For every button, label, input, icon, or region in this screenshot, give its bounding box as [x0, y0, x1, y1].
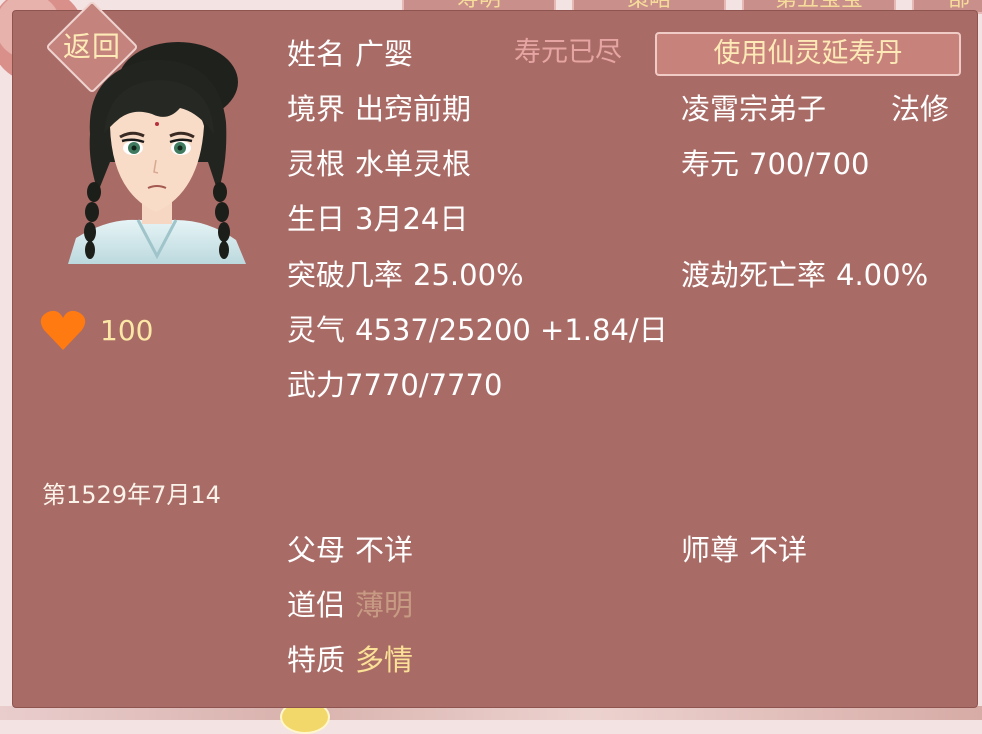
force-label: 武力	[287, 368, 346, 402]
parents-label: 父母	[287, 533, 346, 567]
birthday-label: 生日	[287, 202, 346, 236]
name-value: 广婴	[355, 37, 414, 71]
sect-text: 凌霄宗弟子	[681, 92, 827, 126]
parents-row: 父母 不详	[287, 532, 413, 568]
partner-row: 道侣 薄明	[287, 587, 413, 623]
favor-value: 100	[100, 314, 154, 347]
spirit-root-label: 灵根	[287, 147, 346, 181]
master-value: 不详	[749, 533, 808, 567]
spirit-root-value: 水单灵根	[355, 147, 472, 181]
birthday-row: 生日 3月24日	[287, 201, 468, 237]
birthday-value: 3月24日	[355, 202, 469, 236]
realm-value: 出窍前期	[355, 92, 472, 126]
school-text: 法修	[891, 92, 950, 126]
lifespan-label: 寿元	[681, 147, 740, 181]
breakthrough-value: 25.00%	[413, 258, 524, 292]
force-value: 7770/7770	[345, 368, 503, 402]
breakthrough-label: 突破几率	[287, 258, 404, 292]
lifespan-status-text: 寿元已尽	[514, 37, 622, 68]
qi-value: 4537/25200 +1.84/日	[355, 313, 668, 347]
realm-row: 境界 出窍前期	[287, 91, 471, 127]
master-label: 师尊	[681, 533, 740, 567]
parents-value: 不详	[355, 533, 414, 567]
game-date: 第1529年7月14	[42, 481, 221, 509]
trait-label: 特质	[287, 643, 346, 677]
partner-label: 道侣	[287, 588, 346, 622]
back-button[interactable]: 返回	[45, 0, 139, 94]
trait-row: 特质 多情	[287, 642, 413, 678]
use-longevity-pill-button[interactable]: 使用仙灵延寿丹	[655, 32, 961, 76]
tribulation-death-row: 渡劫死亡率 4.00%	[681, 257, 928, 293]
spirit-root-row: 灵根 水单灵根	[287, 146, 471, 182]
realm-label: 境界	[287, 92, 346, 126]
name-row: 姓名 广婴	[287, 36, 413, 72]
tribulation-death-label: 渡劫死亡率	[681, 258, 827, 292]
breakthrough-row: 突破几率 25.00%	[287, 257, 524, 293]
master-row: 师尊 不详	[681, 532, 807, 568]
qi-row: 灵气 4537/25200 +1.84/日	[287, 312, 668, 348]
qi-label: 灵气	[287, 313, 346, 347]
back-button-label: 返回	[62, 30, 121, 63]
force-row: 武力7770/7770	[287, 367, 502, 403]
name-label: 姓名	[287, 37, 346, 71]
trait-value[interactable]: 多情	[355, 643, 413, 677]
lifespan-row: 寿元 700/700	[681, 146, 870, 182]
tribulation-death-value: 4.00%	[836, 258, 929, 292]
heart-icon	[40, 310, 86, 350]
partner-value[interactable]: 薄明	[355, 588, 413, 622]
background-bottom-strip	[0, 706, 982, 720]
lifespan-value: 700/700	[749, 147, 870, 181]
